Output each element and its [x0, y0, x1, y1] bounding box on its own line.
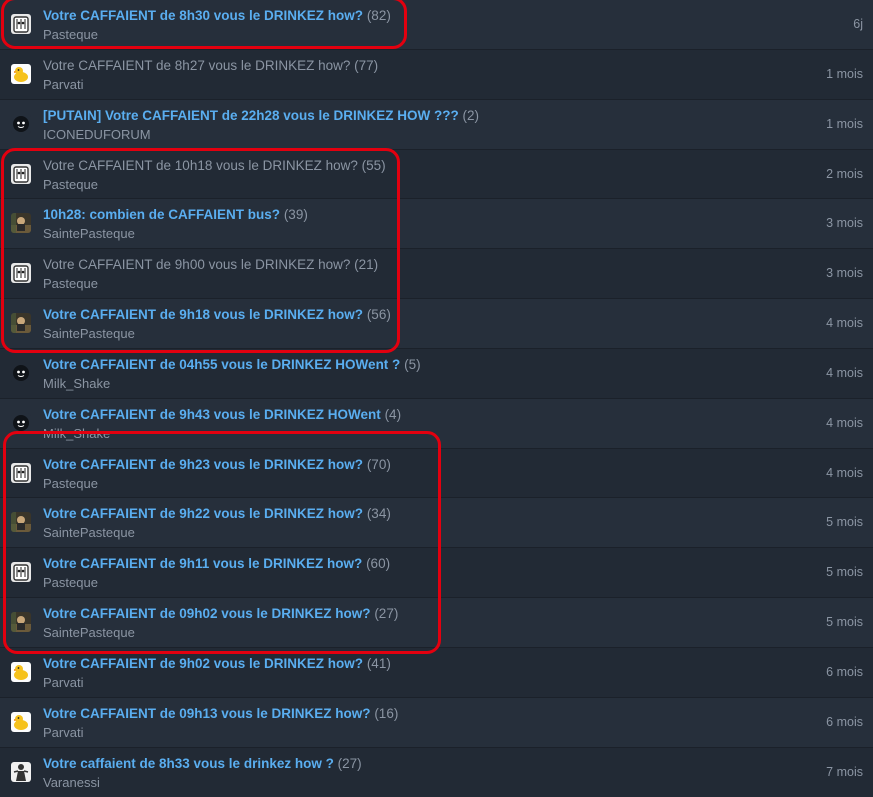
figure-avatar[interactable]	[11, 761, 31, 782]
topic-age: 2 mois	[826, 166, 863, 181]
topic-author[interactable]: Parvati	[43, 77, 83, 93]
reply-count: (82)	[366, 8, 391, 23]
topic-age: 1 mois	[826, 66, 863, 81]
reply-count: (16)	[374, 705, 399, 721]
topic-title-link[interactable]: Votre CAFFAIENT de 8h27 vous le DRINKEZ …	[43, 58, 350, 73]
photo-avatar[interactable]	[11, 512, 31, 533]
topic-list: Votre CAFFAIENT de 8h30 vous le DRINKEZ …	[0, 0, 873, 797]
topic-age: 6j	[853, 17, 863, 31]
topic-author[interactable]: Milk_Shake	[43, 376, 110, 392]
topic-row[interactable]: Votre CAFFAIENT de 9h23 vous le DRINKEZ …	[0, 448, 873, 499]
topic-row[interactable]: Votre CAFFAIENT de 09h02 vous le DRINKEZ…	[0, 598, 873, 648]
topic-title-link[interactable]: [PUTAIN] Votre CAFFAIENT de 22h28 vous l…	[43, 108, 459, 123]
topic-age: 6 mois	[826, 714, 863, 729]
topic-title-link[interactable]: Votre CAFFAIENT de 10h18 vous le DRINKEZ…	[43, 158, 358, 173]
smiley-avatar[interactable]	[11, 113, 31, 134]
duck-avatar[interactable]	[11, 711, 31, 732]
topic-title-link[interactable]: Votre CAFFAIENT de 9h11 vous le DRINKEZ …	[43, 556, 362, 571]
reply-count: (70)	[366, 456, 391, 472]
pasteque-avatar[interactable]	[11, 163, 31, 184]
topic-author[interactable]: SaintePasteque	[43, 226, 135, 242]
topic-age: 3 mois	[826, 216, 863, 231]
topic-age: 5 mois	[826, 565, 863, 580]
pasteque-avatar[interactable]	[11, 263, 31, 284]
reply-count: (41)	[366, 655, 391, 671]
topic-author[interactable]: Parvati	[43, 725, 83, 741]
topic-title-link[interactable]: Votre CAFFAIENT de 9h00 vous le DRINKEZ …	[43, 257, 350, 272]
topic-author[interactable]: SaintePasteque	[43, 625, 135, 641]
photo-avatar[interactable]	[11, 313, 31, 334]
topic-row[interactable]: Votre CAFFAIENT de 9h22 vous le DRINKEZ …	[0, 498, 873, 549]
topic-row[interactable]: Votre CAFFAIENT de 9h11 vous le DRINKEZ …	[0, 548, 873, 599]
topic-row[interactable]: Votre CAFFAIENT de 9h00 vous le DRINKEZ …	[0, 249, 873, 300]
topic-author[interactable]: SaintePasteque	[43, 525, 135, 541]
pasteque-avatar[interactable]	[11, 462, 31, 483]
topic-row[interactable]: Votre CAFFAIENT de 10h18 vous le DRINKEZ…	[0, 149, 873, 200]
topic-row[interactable]: Votre CAFFAIENT de 9h02 vous le DRINKEZ …	[0, 647, 873, 698]
topic-age: 4 mois	[826, 415, 863, 430]
reply-count: (39)	[283, 207, 308, 223]
topic-author[interactable]: Milk_Shake	[43, 426, 110, 442]
topic-title-link[interactable]: Votre CAFFAIENT de 9h18 vous le DRINKEZ …	[43, 307, 363, 322]
topic-age: 4 mois	[826, 316, 863, 331]
topic-author[interactable]: Parvati	[43, 675, 83, 691]
topic-title-link[interactable]: Votre CAFFAIENT de 9h43 vous le DRINKEZ …	[43, 407, 381, 422]
topic-author[interactable]: SaintePasteque	[43, 326, 135, 342]
topic-author[interactable]: Pasteque	[43, 27, 98, 43]
reply-count: (77)	[354, 57, 379, 73]
topic-row[interactable]: Votre CAFFAIENT de 09h13 vous le DRINKEZ…	[0, 697, 873, 748]
topic-author[interactable]: Pasteque	[43, 575, 98, 591]
topic-author[interactable]: Pasteque	[43, 476, 98, 492]
topic-age: 4 mois	[826, 465, 863, 480]
reply-count: (2)	[462, 107, 480, 123]
reply-count: (60)	[366, 556, 391, 572]
pasteque-avatar[interactable]	[11, 562, 31, 583]
topic-age: 5 mois	[826, 615, 863, 630]
topic-author[interactable]: Varanessi	[43, 775, 100, 791]
reply-count: (27)	[337, 755, 362, 771]
duck-avatar[interactable]	[11, 63, 31, 84]
reply-count: (4)	[384, 406, 402, 422]
topic-title-link[interactable]: Votre caffaient de 8h33 vous le drinkez …	[43, 756, 334, 771]
topic-author[interactable]: ICONEDUFORUM	[43, 127, 151, 143]
topic-row[interactable]: Votre CAFFAIENT de 8h27 vous le DRINKEZ …	[0, 49, 873, 100]
topic-title-link[interactable]: Votre CAFFAIENT de 09h02 vous le DRINKEZ…	[43, 606, 371, 621]
smiley-avatar[interactable]	[11, 412, 31, 433]
topic-title-link[interactable]: Votre CAFFAIENT de 9h23 vous le DRINKEZ …	[43, 457, 363, 472]
smiley-avatar[interactable]	[11, 362, 31, 383]
topic-title-link[interactable]: 10h28: combien de CAFFAIENT bus?	[43, 207, 280, 222]
topic-age: 4 mois	[826, 365, 863, 380]
topic-row[interactable]: Votre caffaient de 8h33 vous le drinkez …	[0, 747, 873, 797]
topic-title-link[interactable]: Votre CAFFAIENT de 8h30 vous le DRINKEZ …	[43, 8, 363, 23]
reply-count: (21)	[354, 257, 379, 273]
pasteque-avatar[interactable]	[11, 14, 31, 34]
topic-row[interactable]: Votre CAFFAIENT de 9h18 vous le DRINKEZ …	[0, 299, 873, 349]
photo-avatar[interactable]	[11, 213, 31, 234]
topic-row[interactable]: Votre CAFFAIENT de 04h55 vous le DRINKEZ…	[0, 348, 873, 399]
topic-row[interactable]: [PUTAIN] Votre CAFFAIENT de 22h28 vous l…	[0, 99, 873, 150]
reply-count: (27)	[374, 606, 399, 622]
topic-title-link[interactable]: Votre CAFFAIENT de 9h22 vous le DRINKEZ …	[43, 506, 363, 521]
topic-title-link[interactable]: Votre CAFFAIENT de 04h55 vous le DRINKEZ…	[43, 357, 400, 372]
topic-age: 7 mois	[826, 764, 863, 779]
topic-author[interactable]: Pasteque	[43, 276, 98, 292]
reply-count: (34)	[366, 506, 391, 522]
reply-count: (5)	[404, 356, 421, 372]
topic-row[interactable]: Votre CAFFAIENT de 9h43 vous le DRINKEZ …	[0, 398, 873, 449]
topic-age: 6 mois	[826, 664, 863, 679]
topic-title-link[interactable]: Votre CAFFAIENT de 9h02 vous le DRINKEZ …	[43, 656, 363, 671]
topic-title-link[interactable]: Votre CAFFAIENT de 09h13 vous le DRINKEZ…	[43, 706, 371, 721]
topic-row[interactable]: Votre CAFFAIENT de 8h30 vous le DRINKEZ …	[0, 0, 873, 50]
topic-author[interactable]: Pasteque	[43, 177, 98, 193]
topic-age: 5 mois	[826, 515, 863, 530]
reply-count: (55)	[361, 157, 386, 173]
photo-avatar[interactable]	[11, 612, 31, 633]
reply-count: (56)	[366, 307, 391, 323]
duck-avatar[interactable]	[11, 661, 31, 682]
topic-age: 1 mois	[826, 116, 863, 131]
topic-row[interactable]: 10h28: combien de CAFFAIENT bus? (39) Sa…	[0, 199, 873, 250]
topic-age: 3 mois	[826, 266, 863, 281]
